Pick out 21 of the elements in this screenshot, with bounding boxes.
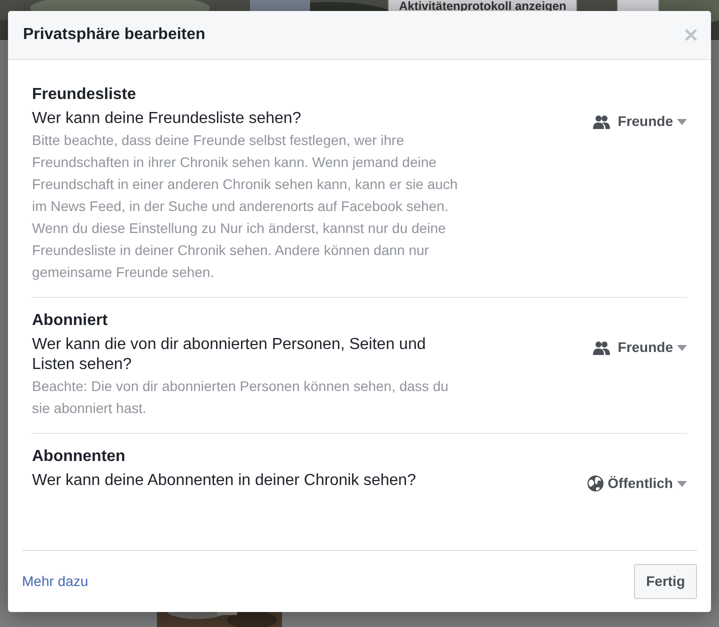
- audience-selector[interactable]: Freunde: [592, 337, 687, 358]
- section-heading: Freundesliste: [32, 85, 138, 105]
- audience-selector[interactable]: Freunde: [592, 111, 687, 132]
- globe-icon: [586, 475, 604, 492]
- people-icon: [592, 340, 610, 354]
- section-heading: Abonnenten: [32, 447, 126, 467]
- done-button[interactable]: Fertig: [634, 564, 697, 599]
- setting-description: Beachte: Die von dir abonnierten Personen können sehen, dass du sie abonniert hast.: [32, 377, 450, 418]
- section-heading: Abonniert: [32, 311, 109, 331]
- setting-description: Bitte beachte, dass deine Freunde selbst festlegen, wer ihre Freundschaften in ihrer Chronik sehen kann. Wenn jemand deine Freundschaft in einer anderen Chronik sehen kann, kann er sie auch im News Feed, in der Suche und anderenorts auf Facebook sehen. Wenn du diese Einstellung zu Nur ich änderst, kannst nur du deine Freundesliste in deiner Chronik sehen. Andere können dann nur gemeinsame Freunde sehen.: [32, 131, 459, 282]
- people-icon: [592, 114, 610, 128]
- audience-selector[interactable]: Öffentlich: [586, 473, 687, 494]
- setting-question: Wer kann die von dir abonnierten Personen, Seiten und Listen sehen?: [32, 335, 427, 375]
- caret-icon: [677, 344, 687, 350]
- learn-more-link[interactable]: Mehr dazu: [22, 571, 88, 592]
- close-icon[interactable]: [685, 29, 697, 41]
- dialog-title: Privatsphäre bearbeiten: [23, 25, 206, 45]
- setting-question: Wer kann deine Abonnenten in deiner Chronik sehen?: [32, 471, 417, 491]
- setting-question: Wer kann deine Freundesliste sehen?: [32, 109, 302, 129]
- caret-icon: [677, 480, 687, 486]
- caret-icon: [677, 118, 687, 124]
